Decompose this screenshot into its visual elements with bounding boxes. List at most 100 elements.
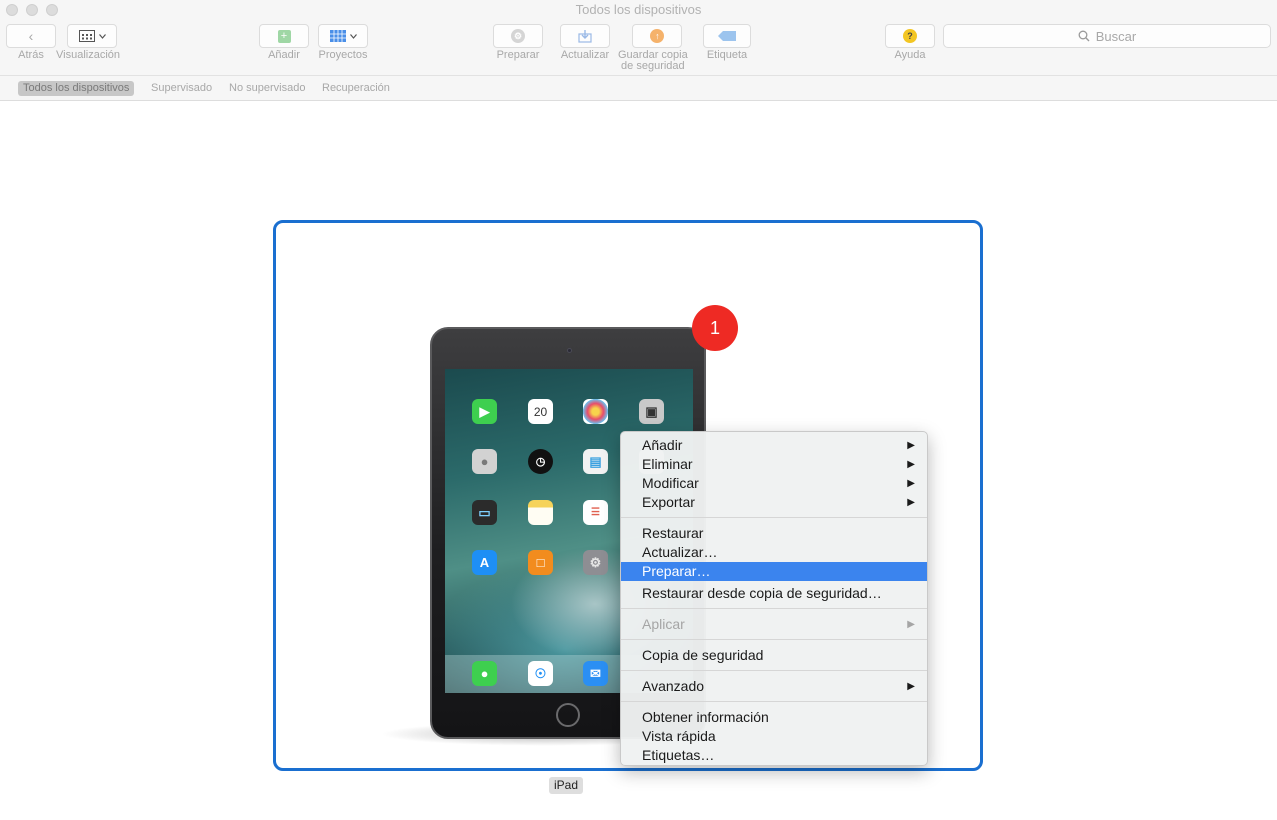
add-toolbar-item: + Añadir: [259, 24, 309, 61]
back-button[interactable]: ‹: [6, 24, 56, 48]
menu-item-advanced[interactable]: Avanzado ▶: [621, 677, 927, 696]
search-field[interactable]: Buscar: [943, 24, 1271, 48]
projects-toolbar-item: Proyectos: [318, 24, 368, 61]
add-icon: +: [277, 29, 291, 43]
facetime-app-icon: ▶: [472, 399, 497, 424]
status-bar: [445, 369, 693, 377]
menu-item-modify[interactable]: Modificar ▶: [621, 474, 927, 493]
menu-item-label: Avanzado: [642, 678, 705, 694]
update-button[interactable]: [560, 24, 610, 48]
back-toolbar-item: ‹ Atrás: [6, 24, 56, 61]
submenu-arrow-icon: ▶: [907, 459, 915, 470]
add-button[interactable]: +: [259, 24, 309, 48]
tag-label: Etiqueta: [706, 49, 748, 61]
menu-item-export[interactable]: Exportar ▶: [621, 493, 927, 512]
view-label: Visualización: [56, 49, 121, 61]
submenu-arrow-icon: ▶: [907, 619, 915, 630]
menu-item-label: Actualizar…: [642, 544, 718, 560]
search-placeholder: Buscar: [1095, 28, 1137, 44]
prepare-toolbar-item: ⚙ Preparar: [493, 24, 543, 61]
search-icon: [1078, 30, 1090, 42]
photos-app-icon: [583, 399, 608, 424]
submenu-arrow-icon: ▶: [907, 681, 915, 692]
filter-unsupervised[interactable]: No supervisado: [224, 81, 310, 96]
menu-item-label: Restaurar: [642, 525, 704, 541]
filter-all-devices[interactable]: Todos los dispositivos: [18, 81, 135, 96]
submenu-arrow-icon: ▶: [907, 478, 915, 489]
toolbar: Todos los dispositivos ‹ Atrás Visualiza…: [0, 0, 1277, 76]
chevron-down-icon: [98, 33, 106, 39]
update-arrow-icon: [578, 30, 592, 43]
menu-item-label: Modificar: [642, 475, 699, 491]
calendar-app-icon: 20: [528, 399, 553, 424]
menu-item-label: Obtener información: [642, 709, 769, 725]
books-app-icon: □: [528, 550, 553, 575]
view-button[interactable]: [67, 24, 117, 48]
menu-separator: [621, 517, 927, 518]
menu-item-restore-from-backup[interactable]: Restaurar desde copia de seguridad…: [621, 584, 927, 603]
menu-item-label: Aplicar: [642, 616, 685, 632]
window-title: Todos los dispositivos: [575, 2, 702, 17]
home-button-icon: [556, 703, 580, 727]
menu-item-label: Etiquetas…: [642, 747, 715, 763]
menu-item-quick-look[interactable]: Vista rápida: [621, 727, 927, 746]
menu-item-prepare[interactable]: Preparar…: [621, 562, 927, 581]
maps-app-icon: ▤: [583, 449, 608, 474]
menu-item-label: Eliminar: [642, 456, 693, 472]
menu-item-remove[interactable]: Eliminar ▶: [621, 455, 927, 474]
device-name-label[interactable]: iPad: [549, 777, 584, 794]
mail-app-icon: ✉: [583, 661, 608, 686]
update-label: Actualizar: [560, 49, 610, 61]
notes-app-icon: [528, 500, 553, 525]
add-label: Añadir: [268, 49, 300, 61]
tv-app-icon: ▭: [472, 500, 497, 525]
projects-label: Proyectos: [318, 49, 368, 61]
tag-toolbar-item: Etiqueta: [703, 24, 751, 61]
menu-item-get-info[interactable]: Obtener información: [621, 708, 927, 727]
prepare-label: Preparar: [496, 49, 540, 61]
gear-icon: ⚙: [511, 29, 525, 43]
chevron-down-icon: [349, 33, 357, 39]
menu-item-label: Añadir: [642, 437, 683, 453]
app-window: Todos los dispositivos ‹ Atrás Visualiza…: [0, 0, 1277, 820]
tag-icon: [718, 31, 736, 41]
backup-button[interactable]: ↑: [632, 24, 683, 48]
camera-app-icon: ▣: [639, 399, 664, 424]
filter-recovery[interactable]: Recuperación: [317, 81, 395, 96]
tag-button[interactable]: [703, 24, 751, 48]
app-store-icon: A: [472, 550, 497, 575]
submenu-arrow-icon: ▶: [907, 497, 915, 508]
back-label: Atrás: [18, 49, 44, 61]
help-toolbar-item: ? Ayuda: [885, 24, 935, 61]
projects-button[interactable]: [318, 24, 368, 48]
settings-app-icon: ⚙: [583, 550, 608, 575]
menu-item-tags[interactable]: Etiquetas…: [621, 746, 927, 765]
context-menu: Añadir ▶ Eliminar ▶ Modificar ▶ Exportar ▶ R…: [620, 431, 928, 766]
menu-item-label: Preparar…: [642, 563, 711, 579]
prepare-button[interactable]: ⚙: [493, 24, 543, 48]
menu-item-restore[interactable]: Restaurar: [621, 524, 927, 543]
filter-supervised[interactable]: Supervisado: [146, 81, 217, 96]
menu-item-apply: Aplicar ▶: [621, 615, 927, 634]
menu-separator: [621, 608, 927, 609]
menu-item-update[interactable]: Actualizar…: [621, 543, 927, 562]
backup-label-line2: de seguridad: [621, 60, 685, 72]
menu-item-backup[interactable]: Copia de seguridad: [621, 646, 927, 665]
menu-item-label: Restaurar desde copia de seguridad…: [642, 585, 882, 601]
backup-icon: ↑: [650, 29, 665, 43]
help-button[interactable]: ?: [885, 24, 935, 48]
chevron-left-icon: ‹: [28, 28, 34, 44]
help-label: Ayuda: [894, 49, 926, 61]
submenu-arrow-icon: ▶: [907, 440, 915, 451]
blueprint-icon: [329, 30, 346, 42]
menu-item-add[interactable]: Añadir ▶: [621, 436, 927, 455]
filter-bar: Todos los dispositivos Supervisado No su…: [0, 76, 1277, 101]
notification-badge: 1: [692, 305, 738, 351]
menu-item-label: Copia de seguridad: [642, 647, 764, 663]
backup-toolbar-item: ↑ Guardar copia de seguridad: [618, 24, 688, 72]
camera-icon: [567, 348, 572, 353]
grid-view-icon: [78, 30, 95, 42]
menu-item-label: Exportar: [642, 494, 695, 510]
menu-item-label: Vista rápida: [642, 728, 716, 744]
view-toolbar-item: Visualización: [56, 24, 120, 61]
